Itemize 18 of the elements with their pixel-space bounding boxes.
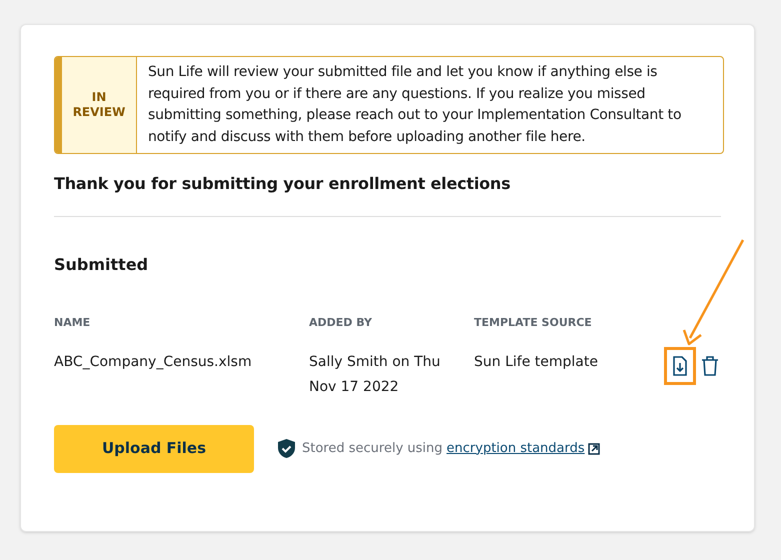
- shield-check-icon: [278, 439, 295, 458]
- section-title: Submitted: [54, 254, 150, 276]
- status-label: IN REVIEW: [72, 90, 126, 120]
- file-download-icon: [673, 356, 687, 376]
- page-heading: Thank you for submitting your enrollment elections: [54, 173, 512, 195]
- security-note: Stored securely using: [302, 440, 443, 458]
- status-message: Sun Life will review your submitted file and let you know if anything else is required from you or if there are any questions. If you realize you missed submitting something, please reach out to your Implementation Consultant to notify and discuss with them before uploading another file here.: [147, 63, 682, 146]
- column-header: TEMPLATE SOURCE: [474, 315, 593, 331]
- trash-icon: [701, 356, 719, 376]
- encryption-standards-link[interactable]: encryption standards: [446, 438, 585, 458]
- table-cell-text: ABC_Company_Census.xlsm: [54, 352, 253, 372]
- upload-files-button[interactable]: Upload Files: [54, 424, 254, 472]
- delete-button[interactable]: [699, 354, 721, 378]
- table-cell-text: Sun Life template: [474, 352, 599, 372]
- column-header: ADDED BY: [309, 315, 373, 331]
- column-header: NAME: [54, 315, 92, 331]
- table-cell-text: Sally Smith on Thu Nov 17 2022: [309, 352, 442, 396]
- external-link-icon: [588, 442, 600, 454]
